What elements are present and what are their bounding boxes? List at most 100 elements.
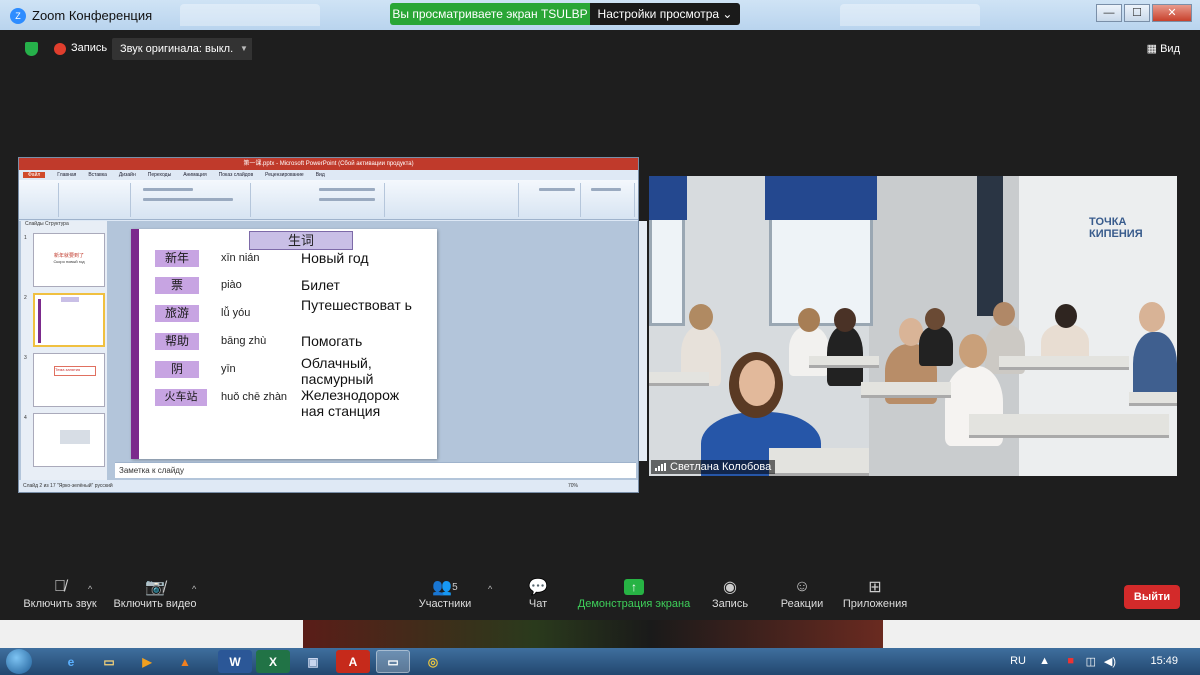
participant-video-tile[interactable]: ТОЧКА КИПЕНИЯ Светлана Колобова bbox=[649, 176, 1177, 476]
acrobat-icon[interactable]: A bbox=[336, 650, 370, 673]
zoom-taskbar-icon[interactable]: ▭ bbox=[376, 650, 410, 673]
ppt-tab[interactable]: Показ слайдов bbox=[219, 172, 253, 178]
slide-thumbnail-1[interactable]: 新年就要到了 Скоро новый год bbox=[33, 233, 105, 287]
student-head bbox=[1055, 304, 1077, 328]
start-video-button[interactable]: 📷̸ Включить видео bbox=[112, 576, 198, 610]
apps-label: Приложения bbox=[842, 598, 908, 610]
student bbox=[789, 326, 829, 376]
maximize-button[interactable]: ☐ bbox=[1124, 4, 1150, 22]
ppt-zoom-level[interactable]: 70% bbox=[568, 483, 578, 489]
vocab-chinese: 帮助 bbox=[155, 333, 199, 350]
shield-icon[interactable] bbox=[25, 42, 38, 56]
background-window bbox=[0, 620, 1200, 648]
unmute-label: Включить звук bbox=[23, 598, 97, 610]
ppt-title-bar: 第一课.pptx - Microsoft PowerPoint (Сбой ак… bbox=[19, 158, 638, 170]
minimize-button[interactable]: — bbox=[1096, 4, 1122, 22]
ppt-tab[interactable]: Вид bbox=[316, 172, 325, 178]
ppt-tab[interactable]: Вставка bbox=[88, 172, 107, 178]
desk bbox=[969, 414, 1169, 438]
participant-name-label: Светлана Колобова bbox=[651, 460, 776, 474]
chevron-up-icon[interactable]: ^ bbox=[88, 584, 92, 594]
view-label: Вид bbox=[1160, 43, 1180, 55]
view-button[interactable]: ▦ Вид bbox=[1147, 42, 1180, 55]
window-title-bar: Z Zoom Конференция Вы просматриваете экр… bbox=[0, 0, 1200, 30]
ppt-tab[interactable]: Главная bbox=[57, 172, 76, 178]
slide-thumbnail-pane: Слайды Структура 1 新年就要到了 Скоро новый го… bbox=[21, 221, 107, 481]
record-button[interactable]: ◉ Запись bbox=[704, 576, 756, 610]
grid-icon: ▦ bbox=[1146, 43, 1161, 55]
window-blind bbox=[765, 176, 877, 220]
reactions-button[interactable]: ☺ Реакции bbox=[774, 576, 830, 610]
student-head bbox=[993, 302, 1015, 326]
recording-label[interactable]: Запись bbox=[71, 42, 107, 54]
background-image bbox=[303, 620, 883, 648]
people-icon: 👥 5 bbox=[432, 579, 458, 596]
start-button[interactable] bbox=[6, 649, 32, 674]
volume-icon[interactable]: ◀) bbox=[1104, 655, 1116, 668]
show-hidden-icons-icon[interactable]: ▲ bbox=[1039, 655, 1050, 667]
slide-thumbnail-4[interactable] bbox=[33, 413, 105, 467]
ribbon-group-clipboard[interactable] bbox=[21, 183, 59, 217]
meeting-main-area: 第一课.pptx - Microsoft PowerPoint (Сбой ак… bbox=[10, 66, 1190, 576]
share-screen-button[interactable]: ↑ Демонстрация экрана bbox=[576, 576, 692, 610]
vlc-icon[interactable]: ▲ bbox=[168, 650, 202, 673]
vocab-russian: Помогать bbox=[301, 333, 363, 349]
close-button[interactable]: ✕ bbox=[1152, 4, 1192, 22]
save-icon[interactable]: ▣ bbox=[296, 650, 330, 673]
ppt-tab[interactable]: Переходы bbox=[148, 172, 171, 178]
wall-banner bbox=[977, 176, 1003, 316]
slide-thumbnail-2[interactable] bbox=[33, 293, 105, 347]
vocab-pinyin: yīn bbox=[221, 363, 236, 375]
student-head bbox=[798, 308, 820, 332]
ppt-tab[interactable]: Рецензирование bbox=[265, 172, 304, 178]
folder-icon[interactable]: ▭ bbox=[92, 650, 126, 673]
vocab-chinese: 旅游 bbox=[155, 305, 199, 322]
camera-off-icon: 📷̸ bbox=[145, 579, 165, 596]
desk bbox=[999, 356, 1129, 370]
desk bbox=[649, 372, 709, 386]
leave-button[interactable]: Выйти bbox=[1124, 585, 1180, 609]
chevron-down-icon[interactable]: ▼ bbox=[236, 38, 252, 60]
desk bbox=[809, 356, 879, 368]
thumb-title bbox=[61, 297, 79, 302]
chrome-icon[interactable]: ◎ bbox=[416, 650, 450, 673]
student-head bbox=[689, 304, 713, 330]
participants-button[interactable]: 👥 5 Участники bbox=[412, 576, 478, 610]
reactions-label: Реакции bbox=[780, 598, 824, 610]
thumbnail-pane-tabs[interactable]: Слайды Структура bbox=[21, 221, 107, 230]
meeting-top-bar: Запись Звук оригинала: выкл. ▼ ▦ Вид bbox=[10, 30, 1190, 66]
antivirus-icon[interactable]: ■ bbox=[1067, 655, 1074, 667]
wall-logo: ТОЧКА КИПЕНИЯ bbox=[1089, 216, 1143, 240]
vocab-chinese: 火车站 bbox=[155, 389, 207, 406]
shared-powerpoint-window: 第一课.pptx - Microsoft PowerPoint (Сбой ак… bbox=[18, 157, 647, 493]
slide-notes-field[interactable]: Заметка к слайду bbox=[115, 462, 636, 478]
chevron-up-icon[interactable]: ^ bbox=[192, 584, 196, 594]
media-player-icon[interactable]: ▶ bbox=[130, 650, 164, 673]
ribbon-group-slides[interactable] bbox=[61, 183, 131, 217]
apps-icon: ⊞ bbox=[868, 579, 882, 596]
chevron-up-icon[interactable]: ^ bbox=[488, 584, 492, 594]
chat-button[interactable]: 💬 Чат bbox=[518, 576, 558, 610]
original-sound-toggle[interactable]: Звук оригинала: выкл. bbox=[112, 38, 242, 60]
language-indicator[interactable]: RU bbox=[1010, 655, 1026, 667]
ppt-tab[interactable]: Дизайн bbox=[119, 172, 136, 178]
internet-explorer-icon[interactable]: e bbox=[54, 650, 88, 673]
clock[interactable]: 15:49 bbox=[1150, 655, 1178, 667]
network-icon[interactable]: ◫ bbox=[1086, 655, 1096, 668]
ppt-tab[interactable]: Анимация bbox=[183, 172, 206, 178]
ribbon-group-drawing[interactable] bbox=[387, 183, 519, 217]
view-settings-button[interactable]: Настройки просмотра ⌄ bbox=[590, 3, 740, 25]
apps-button[interactable]: ⊞ Приложения bbox=[840, 576, 910, 610]
zoom-logo-icon: Z bbox=[10, 8, 26, 24]
excel-icon[interactable]: X bbox=[256, 650, 290, 673]
ppt-vertical-scrollbar[interactable] bbox=[639, 221, 647, 461]
ribbon-control bbox=[591, 188, 621, 191]
ppt-file-tab[interactable]: Файл bbox=[23, 172, 46, 178]
word-icon[interactable]: W bbox=[218, 650, 252, 673]
slide-thumbnail-3[interactable]: Тема занятия bbox=[33, 353, 105, 407]
chat-bubble-icon: 💬 bbox=[528, 579, 548, 596]
windows-taskbar: e ▭ ▶ ▲ W X ▣ A ▭ ◎ RU ▲ ■ ◫ ◀) 15:49 bbox=[0, 648, 1200, 675]
thumb-number: 4 bbox=[24, 415, 27, 421]
record-dot-icon bbox=[54, 43, 66, 55]
current-slide: 生词 新年 xīn nián Новый год 票 piào Билет 旅游… bbox=[131, 229, 437, 459]
